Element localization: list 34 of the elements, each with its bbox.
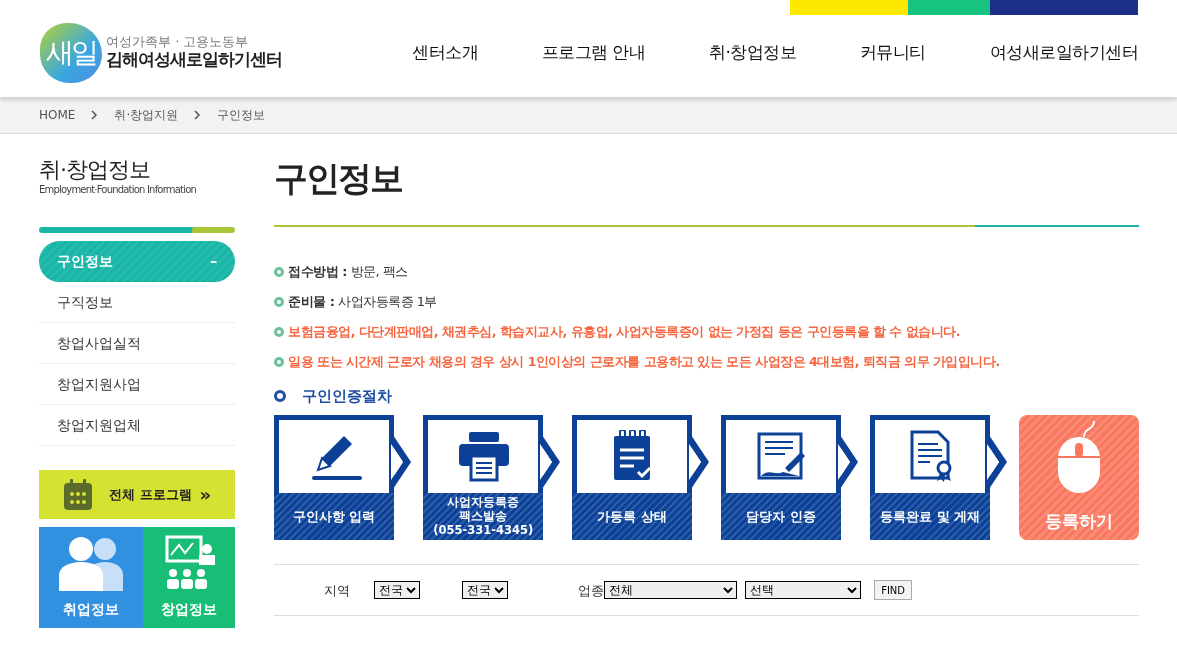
step-label: 사업자등록증 팩스발송 (055-331-4345) bbox=[423, 493, 544, 541]
note-text: 준비물 : 사업자등록증 1부 bbox=[288, 292, 437, 311]
sidebar-item[interactable]: 구직정보 bbox=[39, 282, 236, 324]
collapse-icon: – bbox=[210, 251, 218, 273]
industry-select[interactable]: 전체 bbox=[604, 581, 738, 600]
breadcrumb-link[interactable]: 취·창업지원 bbox=[114, 106, 179, 124]
step-label: 가등록 상태 bbox=[572, 493, 693, 541]
breadcrumb-link[interactable]: HOME bbox=[39, 106, 76, 124]
find-button[interactable]: FIND bbox=[874, 580, 913, 601]
industry-select[interactable]: 선택 bbox=[745, 581, 862, 600]
field-label: 업종 bbox=[578, 581, 605, 600]
note-text: 접수방법 : 방문, 팩스 bbox=[288, 262, 408, 281]
step-label: 담당자 인증 bbox=[721, 493, 842, 541]
step-label: 등록완료 및 게재 bbox=[870, 493, 991, 541]
nav-link[interactable]: 취·창업정보 bbox=[709, 39, 797, 66]
sidebar-item[interactable]: 창업사업실적 bbox=[39, 323, 236, 365]
step-label: 구인사항 입력 bbox=[274, 493, 395, 541]
nav-link[interactable]: 여성새로일하기센터 bbox=[989, 39, 1138, 66]
note-text: 보험금융업, 다단계판매업, 채권추심, 학습지교사, 유흥업, 사업자등록증이 없는 가정집 등은 구인등록을 할 수 없습니다. bbox=[288, 322, 960, 341]
region-select[interactable]: 전국 bbox=[374, 581, 421, 600]
field-label: 지역 bbox=[324, 581, 351, 600]
region-select[interactable]: 전국 bbox=[462, 581, 509, 600]
section-title: 구인인증절차 bbox=[302, 385, 393, 407]
sidebar-title: 취·창업정보 bbox=[39, 158, 151, 183]
nav-link[interactable]: 커뮤니티 bbox=[859, 39, 926, 66]
page-title: 구인정보 bbox=[274, 158, 404, 199]
nav-link[interactable]: 프로그램 안내 bbox=[541, 39, 646, 66]
breadcrumb-link[interactable]: 구인정보 bbox=[217, 106, 266, 124]
sidebar-subtitle: Employment·Foundation Information bbox=[39, 183, 198, 198]
all-programs-button[interactable]: 전체 프로그램 » bbox=[39, 470, 236, 520]
sidebar-item[interactable]: 창업지원업체 bbox=[39, 405, 236, 447]
nav-link[interactable]: 센터소개 bbox=[412, 39, 478, 66]
note-text: 일용 또는 시간제 근로자 채용의 경우 상시 1인이상의 근로자를 고용하고 있는 모든 사업장은 4대보험, 퇴직금 의무 가입입니다. bbox=[288, 352, 1000, 371]
sidebar-item[interactable]: 창업지원사업 bbox=[39, 364, 236, 406]
